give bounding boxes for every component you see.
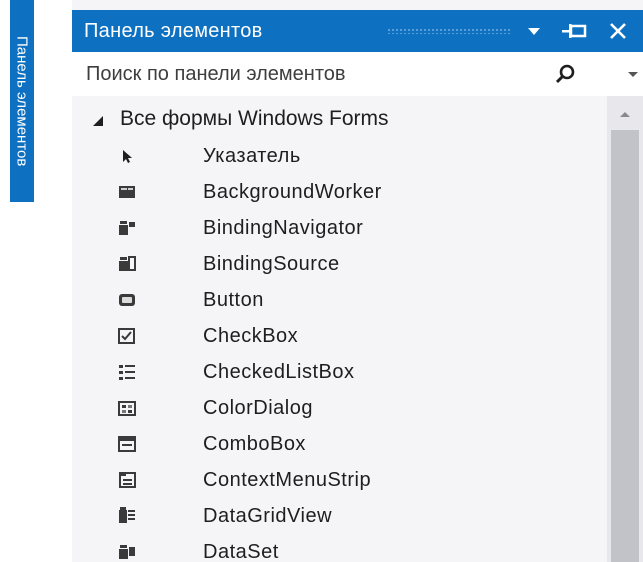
- toolbox-item-colordialog[interactable]: ColorDialog: [72, 390, 592, 426]
- scroll-up-arrow-icon[interactable]: [607, 96, 643, 132]
- toolbox-item-combobox[interactable]: ComboBox: [72, 426, 592, 462]
- toolbox-item-label: ComboBox: [203, 433, 306, 455]
- search-icon[interactable]: [550, 52, 580, 96]
- context-menu-strip-icon: [117, 470, 137, 490]
- toolbox-item-label: Указатель: [203, 145, 301, 167]
- data-grid-view-icon: [117, 506, 137, 526]
- checked-list-box-icon: [117, 362, 137, 382]
- toolbox-item-label: DataGridView: [203, 505, 333, 527]
- toolbox-item-pointer[interactable]: Указатель: [72, 138, 592, 174]
- combobox-icon: [117, 434, 137, 454]
- search-options-dropdown-icon[interactable]: [628, 52, 643, 96]
- close-icon[interactable]: [600, 10, 636, 52]
- toolbox-tree: Все формы Windows Forms Указатель Backgr…: [72, 96, 607, 562]
- search-bar: [72, 52, 643, 97]
- toolbox-item-checkedlistbox[interactable]: CheckedListBox: [72, 354, 592, 390]
- button-icon: [117, 290, 137, 310]
- toolbox-item-label: BindingSource: [203, 253, 340, 275]
- toolbox-item-label: BindingNavigator: [203, 217, 364, 239]
- window-position-dropdown-icon[interactable]: [517, 10, 551, 52]
- toolbox-item-label: CheckedListBox: [203, 361, 355, 383]
- panel-title: Панель элементов: [84, 20, 263, 42]
- toolbox-item-label: ContextMenuStrip: [203, 469, 372, 491]
- side-tab-label: Панель элементов: [13, 35, 31, 167]
- toolbox-item-label: CheckBox: [203, 325, 299, 347]
- toolbox-item-bindingnavigator[interactable]: BindingNavigator: [72, 210, 592, 246]
- group-label: Все формы Windows Forms: [120, 107, 389, 130]
- toolbox-item-datagridview[interactable]: DataGridView: [72, 498, 592, 534]
- toolbox-item-bindingsource[interactable]: BindingSource: [72, 246, 592, 282]
- search-input[interactable]: [86, 58, 526, 90]
- panel-titlebar: Панель элементов: [72, 10, 643, 52]
- background-worker-icon: [117, 182, 137, 202]
- pointer-icon: [117, 146, 137, 166]
- dataset-icon: [117, 542, 137, 562]
- toolbox-item-label: DataSet: [203, 541, 279, 562]
- toolbox-item-backgroundworker[interactable]: BackgroundWorker: [72, 174, 592, 210]
- toolbox-item-button[interactable]: Button: [72, 282, 592, 318]
- toolbox-item-label: Button: [203, 289, 264, 311]
- toolbox-item-checkbox[interactable]: CheckBox: [72, 318, 592, 354]
- pin-icon[interactable]: [555, 10, 593, 52]
- toolbox-side-tab[interactable]: Панель элементов: [10, 0, 34, 202]
- drag-grip[interactable]: [387, 28, 512, 34]
- vertical-scrollbar[interactable]: [607, 96, 643, 562]
- binding-navigator-icon: [117, 218, 137, 238]
- expand-triangle-icon[interactable]: [92, 114, 104, 132]
- binding-source-icon: [117, 254, 137, 274]
- checkbox-icon: [117, 326, 137, 346]
- color-dialog-icon: [117, 398, 137, 418]
- toolbox-panel: Панель элементов Поиск по панели элемент…: [72, 0, 643, 562]
- scrollbar-thumb[interactable]: [611, 130, 639, 562]
- toolbox-item-label: ColorDialog: [203, 397, 313, 419]
- toolbox-item-dataset[interactable]: DataSet: [72, 534, 592, 562]
- toolbox-item-contextmenustrip[interactable]: ContextMenuStrip: [72, 462, 592, 498]
- toolbox-item-label: BackgroundWorker: [203, 181, 382, 203]
